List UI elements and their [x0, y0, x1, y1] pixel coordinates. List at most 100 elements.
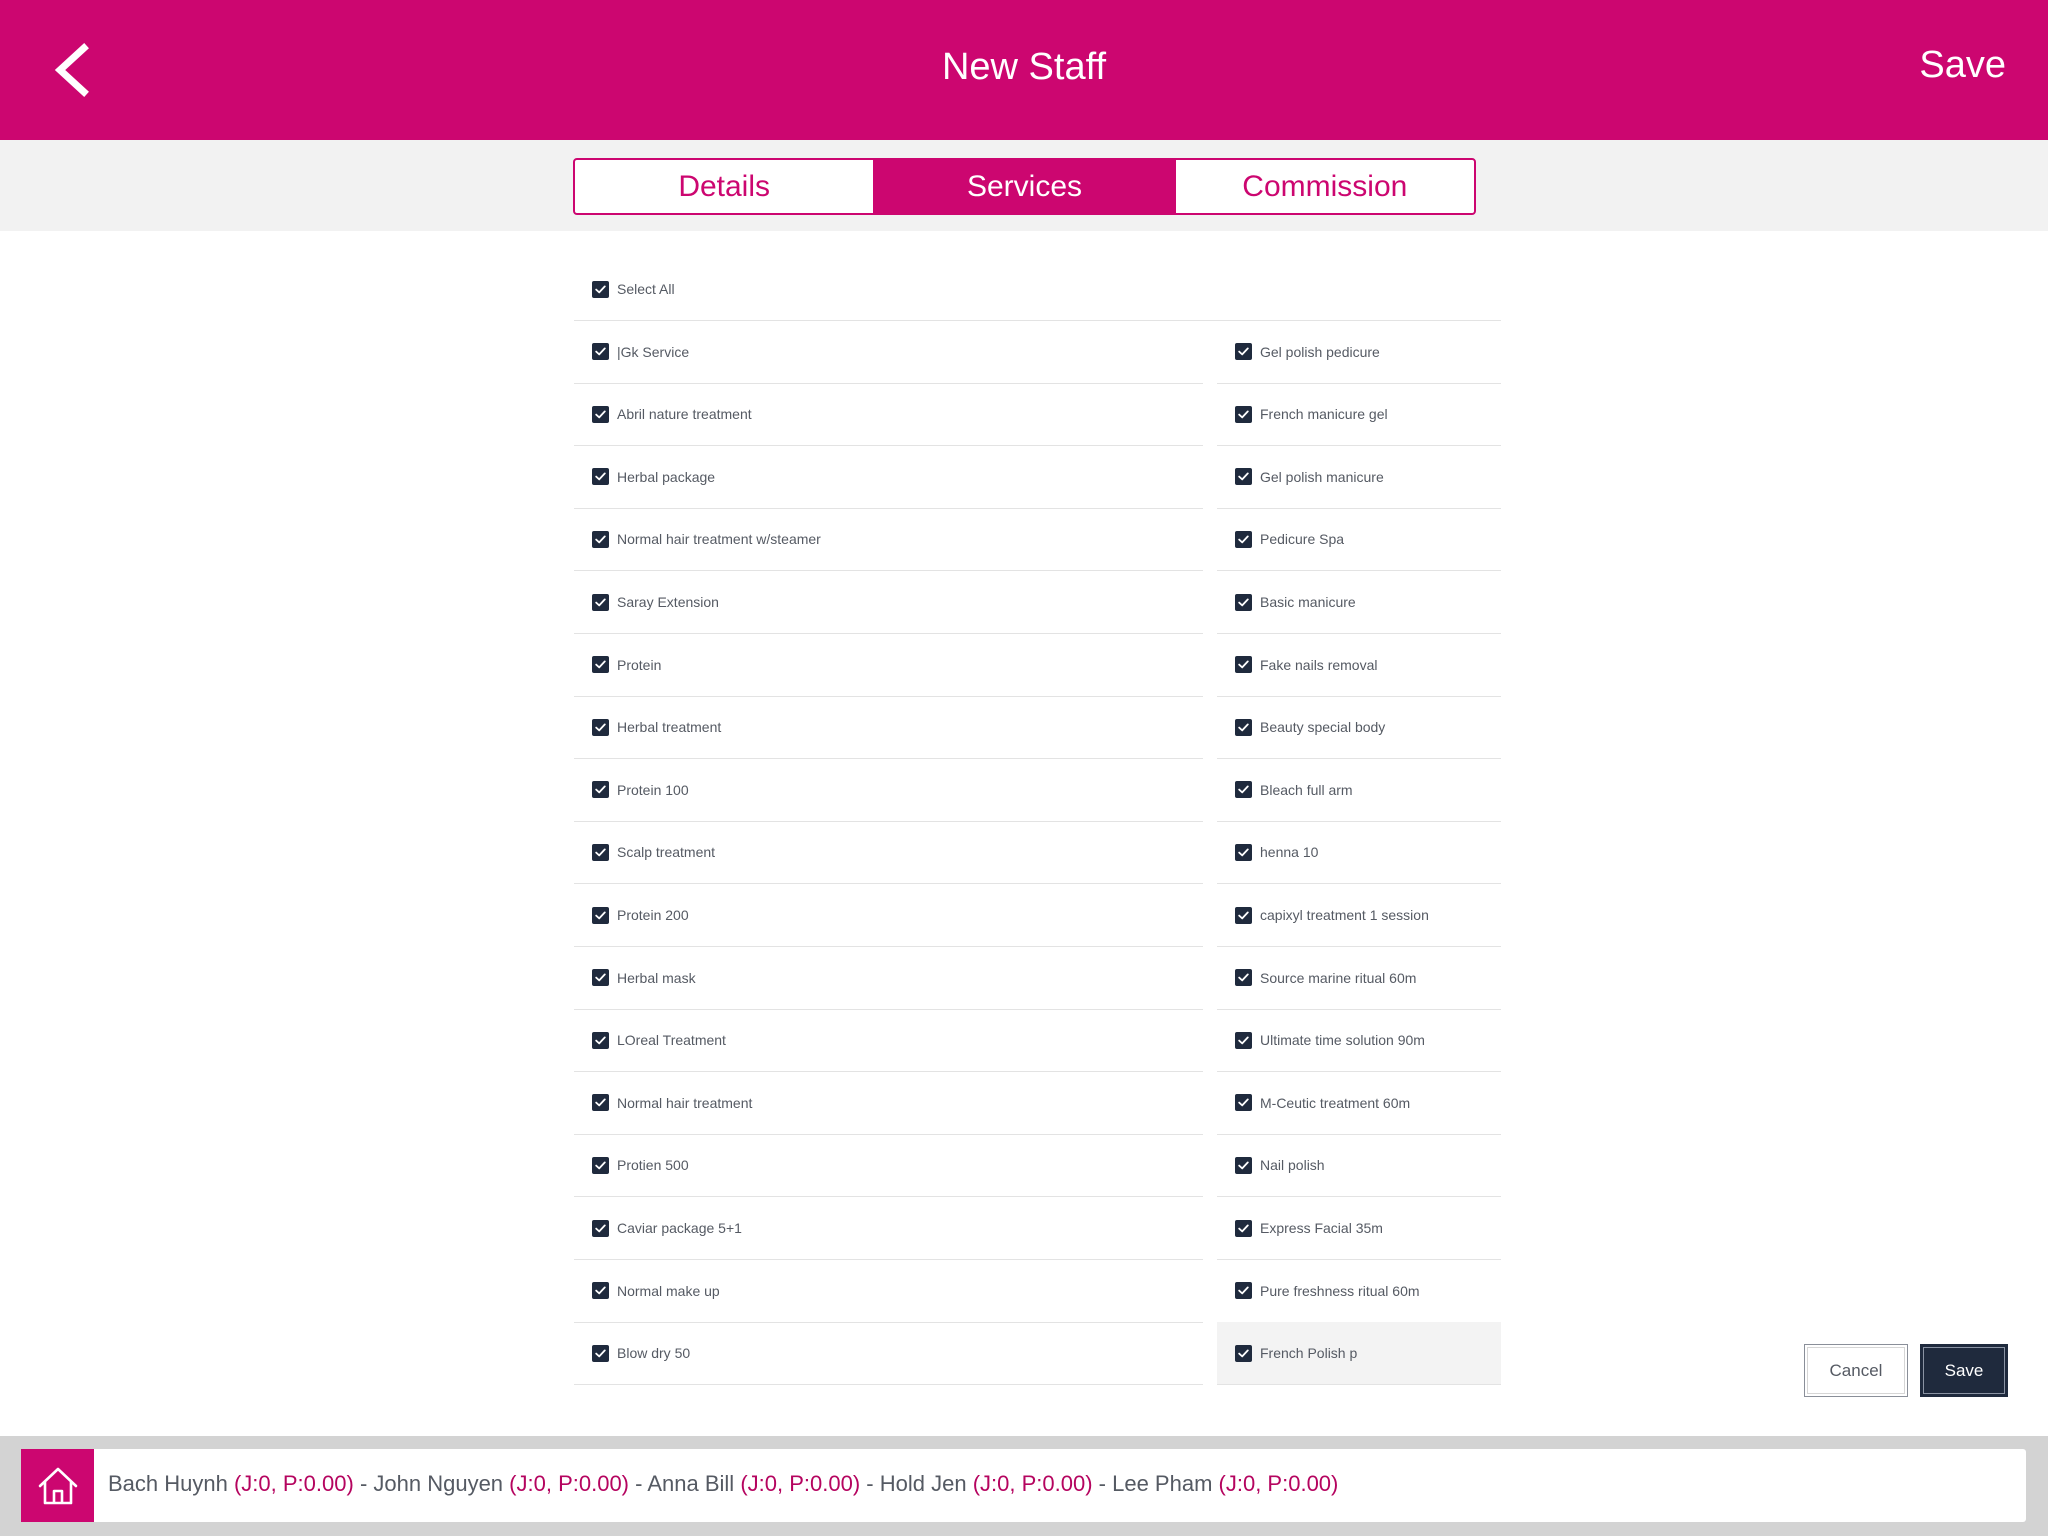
checkbox-checked-icon[interactable]: [592, 280, 609, 298]
service-row[interactable]: Abril nature treatment: [574, 383, 1203, 447]
service-row[interactable]: Saray Extension: [574, 571, 1203, 634]
checkbox-checked-icon[interactable]: [1235, 1031, 1252, 1049]
service-label: Caviar package 5+1: [617, 1220, 742, 1236]
checkbox-checked-icon[interactable]: [1235, 343, 1252, 361]
service-row[interactable]: Basic manicure: [1217, 571, 1501, 634]
checkbox-checked-icon[interactable]: [1235, 656, 1252, 674]
staff-name[interactable]: Anna Bill: [647, 1471, 734, 1496]
checkbox-checked-icon[interactable]: [592, 1219, 609, 1237]
service-row[interactable]: Ultimate time solution 90m: [1217, 1009, 1501, 1073]
service-row[interactable]: Beauty special body: [1217, 696, 1501, 760]
checkbox-checked-icon[interactable]: [592, 843, 609, 861]
service-label: French manicure gel: [1260, 406, 1388, 423]
service-row[interactable]: Protien 500: [574, 1134, 1203, 1198]
service-row[interactable]: Nail polish: [1217, 1134, 1501, 1198]
checkbox-checked-icon[interactable]: [1235, 1094, 1252, 1112]
header-save-button[interactable]: Save: [1919, 44, 2006, 87]
checkbox-checked-icon[interactable]: [1235, 468, 1252, 486]
checkbox-checked-icon[interactable]: [1235, 530, 1252, 548]
checkbox-checked-icon[interactable]: [592, 1031, 609, 1049]
staff-name[interactable]: Hold Jen: [880, 1471, 967, 1496]
service-label: Gel polish manicure: [1260, 468, 1384, 485]
checkbox-checked-icon[interactable]: [592, 1282, 609, 1300]
cancel-button[interactable]: Cancel: [1804, 1344, 1908, 1397]
service-row[interactable]: |Gk Service: [574, 321, 1203, 384]
checkbox-checked-icon[interactable]: [592, 1156, 609, 1174]
service-row[interactable]: Protein 100: [574, 759, 1203, 822]
service-row[interactable]: Blow dry 50: [574, 1322, 1203, 1386]
service-label: M-Ceutic treatment 60m: [1260, 1094, 1411, 1111]
checkbox-checked-icon[interactable]: [592, 1094, 609, 1112]
service-row[interactable]: Caviar package 5+1: [574, 1197, 1203, 1260]
service-row[interactable]: Scalp treatment: [574, 821, 1203, 885]
service-label: Herbal package: [617, 468, 716, 485]
segmented-control: Details Services Commission: [573, 158, 1476, 215]
checkbox-checked-icon[interactable]: [592, 1344, 609, 1362]
checkbox-checked-icon[interactable]: [592, 656, 609, 674]
checkbox-checked-icon[interactable]: [592, 405, 609, 423]
select-all-row[interactable]: Select All: [574, 258, 1501, 321]
checkbox-checked-icon[interactable]: [1235, 718, 1252, 736]
checkbox-checked-icon[interactable]: [1235, 1219, 1252, 1237]
staff-name[interactable]: John Nguyen: [373, 1471, 503, 1496]
service-row[interactable]: Express Facial 35m: [1217, 1197, 1501, 1260]
service-row[interactable]: Herbal package: [574, 446, 1203, 509]
staff-stats: (J:0, P:0.00): [972, 1471, 1093, 1496]
checkbox-checked-icon[interactable]: [1235, 1282, 1252, 1300]
service-row[interactable]: French Polish p: [1217, 1322, 1501, 1386]
service-row[interactable]: henna 10: [1217, 821, 1501, 885]
service-row[interactable]: Protein 200: [574, 884, 1203, 947]
service-row[interactable]: French manicure gel: [1217, 383, 1501, 447]
staff-separator: -: [860, 1471, 880, 1496]
checkbox-checked-icon[interactable]: [592, 343, 609, 361]
checkbox-checked-icon[interactable]: [1235, 843, 1252, 861]
checkbox-checked-icon[interactable]: [1235, 593, 1252, 611]
checkbox-checked-icon[interactable]: [592, 468, 609, 486]
service-row[interactable]: Bleach full arm: [1217, 759, 1501, 822]
checkbox-checked-icon[interactable]: [592, 530, 609, 548]
checkbox-checked-icon[interactable]: [1235, 1156, 1252, 1174]
service-row[interactable]: Normal hair treatment: [574, 1072, 1203, 1135]
service-row[interactable]: Herbal mask: [574, 947, 1203, 1010]
service-label: Select All: [617, 281, 675, 297]
checkbox-checked-icon[interactable]: [592, 718, 609, 736]
checkbox-checked-icon[interactable]: [592, 906, 609, 924]
checkbox-checked-icon[interactable]: [592, 593, 609, 611]
home-icon: [38, 1467, 77, 1504]
checkbox-checked-icon[interactable]: [1235, 405, 1252, 423]
checkbox-checked-icon[interactable]: [1235, 781, 1252, 799]
checkbox-checked-icon[interactable]: [1235, 1344, 1252, 1362]
service-label: Fake nails removal: [1260, 656, 1378, 673]
tab-services[interactable]: Services: [873, 160, 1174, 213]
staff-stats: (J:0, P:0.00): [740, 1471, 861, 1496]
service-row[interactable]: Pedicure Spa: [1217, 508, 1501, 572]
service-label: capixyl treatment 1 session: [1260, 907, 1429, 923]
checkbox-checked-icon[interactable]: [1235, 906, 1252, 924]
staff-name[interactable]: Lee Pham: [1112, 1471, 1212, 1496]
tab-commission[interactable]: Commission: [1173, 160, 1474, 213]
staff-name[interactable]: Bach Huynh: [108, 1471, 228, 1496]
service-row[interactable]: Pure freshness ritual 60m: [1217, 1260, 1501, 1323]
service-row[interactable]: Gel polish pedicure: [1217, 321, 1501, 384]
service-row[interactable]: Source marine ritual 60m: [1217, 947, 1501, 1010]
save-button[interactable]: Save: [1920, 1344, 2008, 1397]
checkbox-checked-icon[interactable]: [1235, 969, 1252, 987]
service-row[interactable]: Gel polish manicure: [1217, 446, 1501, 509]
checkbox-checked-icon[interactable]: [592, 781, 609, 799]
service-row[interactable]: Herbal treatment: [574, 696, 1203, 760]
service-row[interactable]: Fake nails removal: [1217, 634, 1501, 697]
checkbox-checked-icon[interactable]: [592, 969, 609, 987]
service-label: Bleach full arm: [1260, 781, 1353, 798]
service-row[interactable]: Protein: [574, 634, 1203, 697]
service-row[interactable]: Normal hair treatment w/steamer: [574, 508, 1203, 572]
service-label: Herbal mask: [617, 969, 696, 986]
service-row[interactable]: LOreal Treatment: [574, 1009, 1203, 1073]
staff-separator: -: [353, 1471, 374, 1496]
service-row[interactable]: capixyl treatment 1 session: [1217, 884, 1501, 947]
service-label: French Polish p: [1260, 1345, 1358, 1362]
service-row[interactable]: Normal make up: [574, 1260, 1203, 1323]
service-row[interactable]: M-Ceutic treatment 60m: [1217, 1072, 1501, 1135]
service-label: Gel polish pedicure: [1260, 343, 1380, 360]
tab-details[interactable]: Details: [575, 160, 873, 213]
home-button[interactable]: [21, 1449, 94, 1522]
